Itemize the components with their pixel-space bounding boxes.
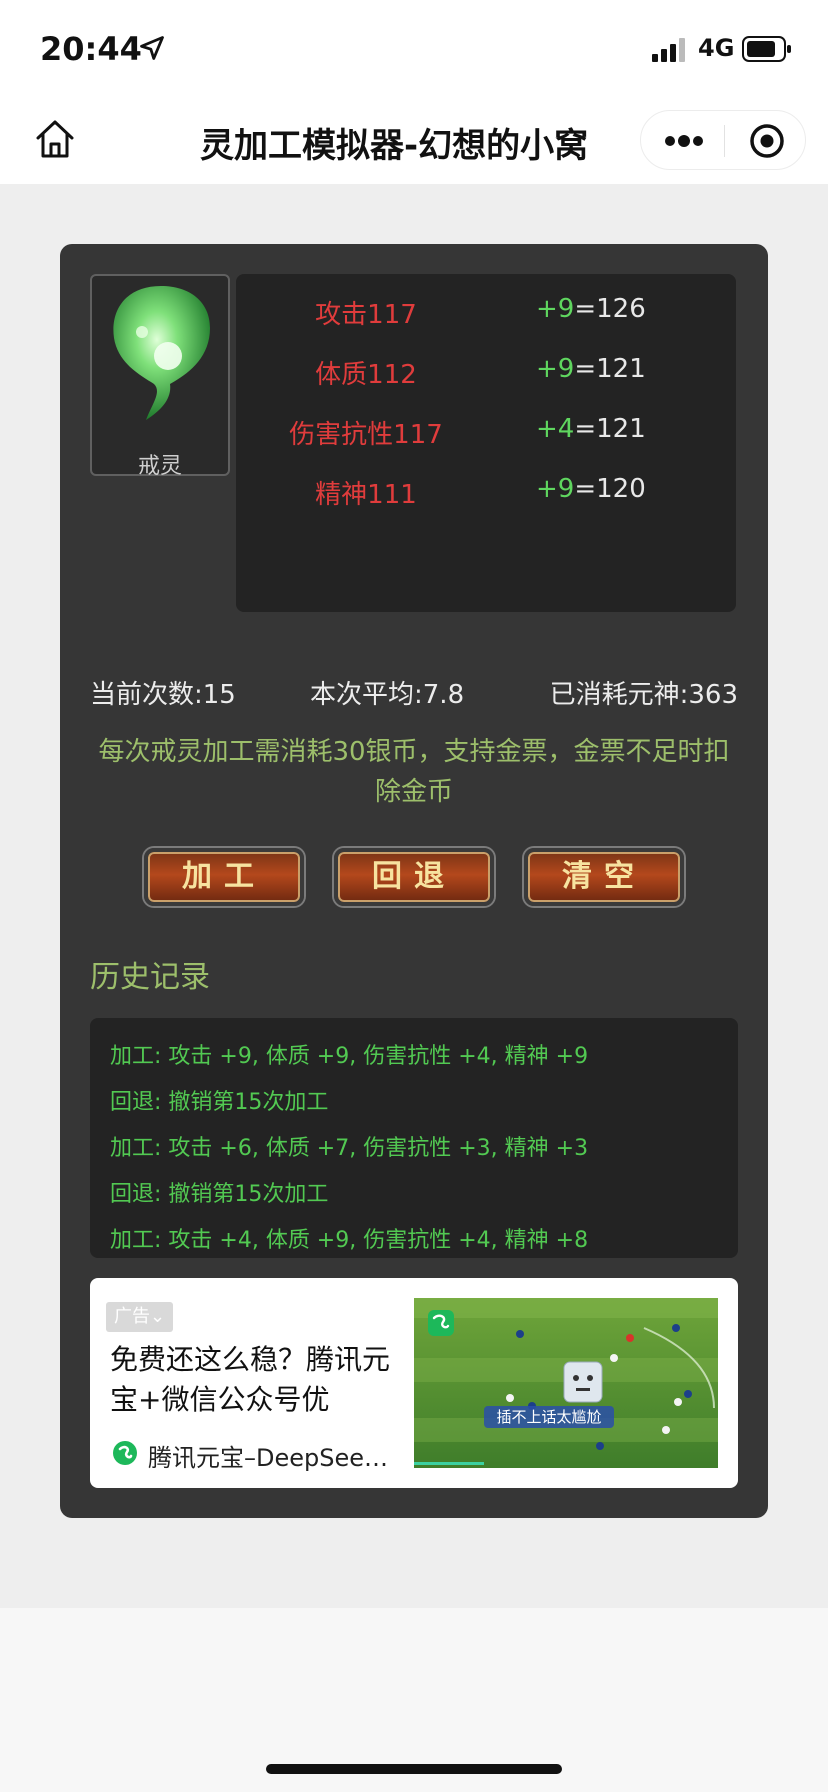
stat-name: 精神111 xyxy=(315,480,417,510)
history-entry: 回退: 撤销第15次加工 xyxy=(110,1090,329,1115)
ad-football-image[interactable]: 插不上话太尴尬 xyxy=(414,1298,718,1468)
stat-row-constitution: 体质112 +9=121 xyxy=(236,354,736,394)
history-entry: 回退: 撤销第15次加工 xyxy=(110,1182,329,1207)
consumed-spirit: 已消耗元神:363 xyxy=(549,680,738,710)
counter-row: 当前次数:15 本次平均:7.8 已消耗元神:363 xyxy=(90,674,738,714)
undo-button[interactable]: 回退 xyxy=(334,848,494,906)
process-button[interactable]: 加工 xyxy=(144,848,304,906)
item-slot[interactable]: 戒灵 xyxy=(90,274,230,479)
status-time: 20:44 xyxy=(40,30,142,68)
history-title: 历史记录 xyxy=(90,960,210,995)
stat-result: =121 xyxy=(574,414,646,444)
stat-row-spirit: 精神111 +9=120 xyxy=(236,474,736,514)
ad-tag[interactable]: 广告⌄ xyxy=(106,1302,174,1332)
stat-plus: +4 xyxy=(536,414,575,444)
stat-plus: +9 xyxy=(536,294,575,324)
stat-row-attack: 攻击117 +9=126 xyxy=(236,294,736,334)
ad-banner[interactable]: 广告⌄ 免费还这么稳？腾讯元宝+微信公众号优 腾讯元宝–DeepSeek… 插不… xyxy=(90,1278,738,1488)
location-arrow-icon xyxy=(140,36,164,60)
ring-spirit-item-icon xyxy=(113,286,210,420)
ad-brand[interactable]: 腾讯元宝–DeepSeek… xyxy=(148,1438,398,1473)
cost-notice: 每次戒灵加工需消耗30银币，支持金票，金票不足时扣除金币 xyxy=(98,737,730,807)
stats-panel: 攻击117 +9=126 体质112 +9=121 伤害抗性117 +4=121… xyxy=(236,274,736,612)
stat-result: =121 xyxy=(574,354,646,384)
stat-delta: +9=126 xyxy=(536,294,646,324)
battery-icon xyxy=(742,36,791,62)
stat-row-damage-resist: 伤害抗性117 +4=121 xyxy=(236,414,736,454)
average-value: 本次平均:7.8 xyxy=(310,680,465,710)
stat-delta: +9=120 xyxy=(536,474,646,504)
history-entry: 加工: 攻击 +4, 体质 +9, 伤害抗性 +4, 精神 +8 xyxy=(110,1228,589,1253)
item-name: 戒灵 xyxy=(137,454,182,479)
stat-name: 体质112 xyxy=(315,360,417,390)
close-miniprogram-icon[interactable] xyxy=(749,123,785,159)
stat-name: 伤害抗性117 xyxy=(289,420,443,450)
signal-icon xyxy=(652,38,685,62)
more-icon[interactable] xyxy=(663,127,705,155)
stat-plus: +9 xyxy=(536,474,575,504)
ad-image-caption: 插不上话太尴尬 xyxy=(496,1408,601,1426)
network-type: 4G xyxy=(698,34,735,62)
stat-result: =126 xyxy=(574,294,646,324)
home-icon[interactable] xyxy=(32,116,78,162)
history-entry: 加工: 攻击 +9, 体质 +9, 伤害抗性 +4, 精神 +9 xyxy=(110,1044,589,1069)
stat-plus: +9 xyxy=(536,354,575,384)
mini-program-capsule xyxy=(640,110,806,170)
history-entry: 加工: 攻击 +6, 体质 +7, 伤害抗性 +3, 精神 +3 xyxy=(110,1136,589,1161)
stat-delta: +9=121 xyxy=(536,354,646,384)
stat-delta: +4=121 xyxy=(536,414,646,444)
stat-name: 攻击117 xyxy=(315,300,417,330)
current-count: 当前次数:15 xyxy=(90,680,236,710)
history-log[interactable]: 加工: 攻击 +9, 体质 +9, 伤害抗性 +4, 精神 +9 回退: 撤销第… xyxy=(90,1018,738,1258)
yuanbao-logo-icon xyxy=(113,1441,137,1465)
nav-bar: 灵加工模拟器-幻想的小窝 xyxy=(0,96,828,184)
status-bar: 20:44 4G xyxy=(0,0,828,96)
capsule-divider xyxy=(724,125,725,157)
stat-result: =120 xyxy=(574,474,646,504)
clear-button[interactable]: 清空 xyxy=(524,848,684,906)
home-indicator xyxy=(266,1764,562,1774)
simulator-card: 戒灵 攻击117 +9=126 体质112 +9=121 伤害抗性117 +4=… xyxy=(60,244,768,1518)
page-title: 灵加工模拟器-幻想的小窝 xyxy=(200,126,589,166)
ad-title[interactable]: 免费还这么稳？腾讯元宝+微信公众号优 xyxy=(110,1340,400,1420)
